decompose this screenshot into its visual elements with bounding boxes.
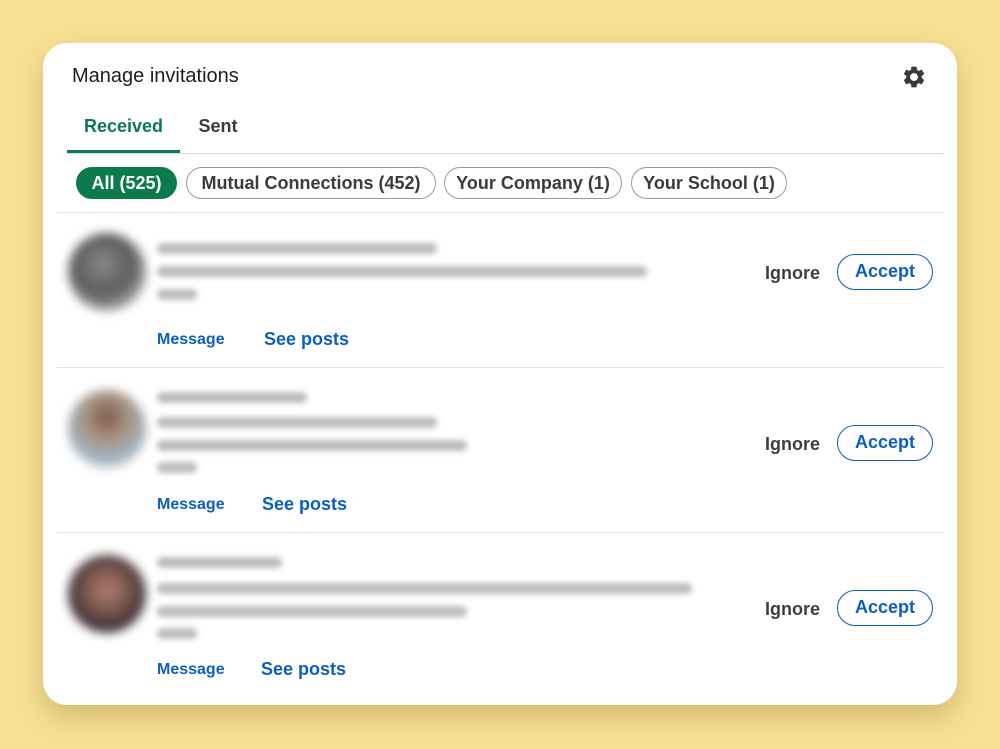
blurred-name xyxy=(157,392,307,403)
ignore-button[interactable]: Ignore xyxy=(765,263,820,284)
page-title: Manage invitations xyxy=(72,65,239,87)
see-posts-link[interactable]: See posts xyxy=(264,329,349,350)
filter-your-company[interactable]: Your Company (1) xyxy=(444,167,622,199)
ignore-button[interactable]: Ignore xyxy=(765,434,820,455)
message-link[interactable]: Message xyxy=(157,331,225,349)
accept-button[interactable]: Accept xyxy=(837,590,933,626)
blurred-location xyxy=(157,628,197,639)
avatar xyxy=(68,233,146,311)
invitation-row: Message See posts Ignore Accept xyxy=(57,212,944,368)
tab-received[interactable]: Received xyxy=(67,103,180,153)
filter-your-school[interactable]: Your School (1) xyxy=(631,167,787,199)
gear-icon[interactable] xyxy=(901,64,927,90)
blurred-name xyxy=(157,557,282,568)
invitation-row: Message See posts Ignore Accept xyxy=(57,367,944,533)
blurred-headline xyxy=(157,266,647,277)
blurred-name xyxy=(157,243,437,254)
message-link[interactable]: Message xyxy=(157,496,225,514)
avatar xyxy=(68,555,146,633)
see-posts-link[interactable]: See posts xyxy=(262,494,347,515)
avatar xyxy=(68,390,146,468)
see-posts-link[interactable]: See posts xyxy=(261,659,346,680)
ignore-button[interactable]: Ignore xyxy=(765,599,820,620)
blurred-headline xyxy=(157,417,437,428)
accept-button[interactable]: Accept xyxy=(837,425,933,461)
tab-sent[interactable]: Sent xyxy=(187,103,249,153)
invitation-row: Message See posts Ignore Accept xyxy=(57,532,944,705)
filter-mutual-connections[interactable]: Mutual Connections (452) xyxy=(186,167,436,199)
invitation-tabs: Received Sent xyxy=(67,103,944,154)
filter-all[interactable]: All (525) xyxy=(76,167,177,199)
blurred-headline xyxy=(157,583,692,594)
blurred-details xyxy=(157,440,467,451)
accept-button[interactable]: Accept xyxy=(837,254,933,290)
manage-invitations-card: Manage invitations Received Sent All (52… xyxy=(43,43,957,705)
blurred-details xyxy=(157,606,467,617)
blurred-location xyxy=(157,462,197,473)
blurred-details xyxy=(157,289,197,300)
message-link[interactable]: Message xyxy=(157,661,225,679)
